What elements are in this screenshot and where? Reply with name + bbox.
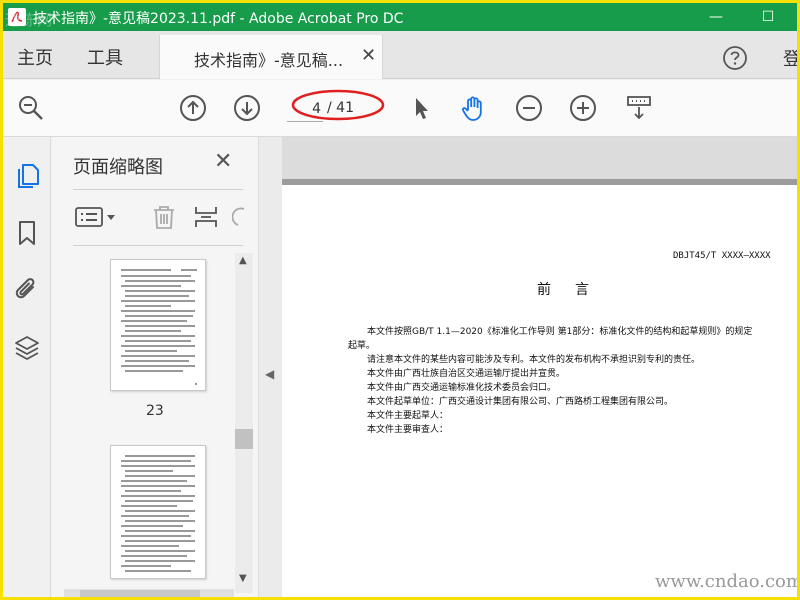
toolbar: / 41 (3, 80, 797, 137)
panel-divider (73, 245, 243, 246)
title-bar: 通陈网 技术指南》-意见稿2023.11.pdf - Adobe Acrobat… (3, 3, 797, 31)
thumbnail-scrollbar[interactable] (235, 253, 253, 593)
site-watermark: www.cndao.com (655, 571, 797, 592)
maximize-button[interactable]: ☐ (745, 3, 791, 31)
options-menu-icon[interactable] (74, 203, 120, 231)
window-title: 技术指南》-意见稿2023.11.pdf - Adobe Acrobat Pro… (33, 11, 404, 27)
panel-title: 页面缩略图 (73, 157, 163, 178)
document-tab-label: 技术指南》-意见稿... (194, 51, 344, 70)
page-display-icon[interactable] (625, 94, 653, 122)
document-heading: 前言 (537, 282, 613, 298)
previous-page-icon[interactable] (179, 94, 207, 122)
document-paragraph: 本文件主要起草人： (367, 411, 449, 421)
scroll-down-icon[interactable]: ▼ (239, 573, 247, 584)
tab-home[interactable]: 主页 (17, 44, 53, 70)
next-page-icon[interactable] (233, 94, 261, 122)
delete-page-icon[interactable] (150, 203, 178, 231)
layers-icon[interactable] (13, 333, 41, 361)
zoom-search-icon[interactable] (17, 94, 45, 122)
thumbnail-text-lines (121, 269, 197, 385)
document-paragraph: 本文件由广西壮族自治区交通运输厅提出并宣贯。 (367, 369, 566, 379)
scrollbar-thumb[interactable] (235, 429, 253, 449)
help-icon[interactable] (722, 45, 748, 71)
document-paragraph: 起草。 (348, 341, 376, 351)
close-panel-icon[interactable]: ✕ (214, 149, 232, 174)
collapse-panel-icon[interactable]: ◀ (265, 367, 274, 381)
zoom-in-icon[interactable] (569, 94, 597, 122)
zoom-out-icon[interactable] (515, 94, 543, 122)
standard-code: DBJT45/T XXXX—XXXX (673, 251, 771, 261)
page-thumbnails-icon[interactable] (13, 161, 41, 189)
thumbnail-page-number: 23 (146, 403, 164, 419)
document-paragraph: 本文件按照GB/T 1.1—2020《标准化工作导则 第1部分：标准化文件的结构… (367, 327, 753, 337)
panel-divider (73, 189, 243, 190)
document-paragraph: 本文件主要审查人： (367, 425, 449, 435)
navigation-rail (3, 137, 51, 597)
document-paragraph: 本文件起草单位：广西交通设计集团有限公司、广西路桥工程集团有限公司。 (367, 397, 674, 407)
page-thumbnail[interactable] (110, 259, 206, 391)
app-window: 通陈网 技术指南》-意见稿2023.11.pdf - Adobe Acrobat… (3, 3, 797, 597)
select-pointer-icon[interactable] (407, 94, 435, 122)
bookmarks-icon[interactable] (13, 219, 41, 247)
minimize-icon: — (709, 9, 723, 25)
minimize-button[interactable]: — (693, 3, 739, 31)
document-paragraph: 本文件由广西交通运输标准化技术委员会归口。 (367, 383, 557, 393)
horizontal-scrollbar-thumb[interactable] (80, 590, 200, 597)
thumbnail-panel: 页面缩略图 ✕ 23 ▲ ▼ (52, 137, 258, 597)
tab-document[interactable]: 技术指南》-意见稿... ✕ (159, 35, 383, 79)
signin-link[interactable]: 登 (783, 45, 797, 71)
rotate-page-icon[interactable] (232, 203, 246, 231)
hand-tool-icon[interactable] (459, 94, 487, 122)
close-tab-icon[interactable]: ✕ (361, 45, 376, 66)
insert-page-icon[interactable] (192, 203, 220, 231)
tab-tools[interactable]: 工具 (87, 44, 123, 70)
page-thumbnail[interactable] (110, 445, 206, 579)
maximize-icon: ☐ (761, 9, 775, 25)
highlight-ellipse (291, 89, 385, 121)
document-paragraph: 请注意本文件的某些内容可能涉及专利。本文件的发布机构不承担识别专利的责任。 (367, 355, 701, 365)
thumbnail-text-lines (121, 455, 195, 572)
tab-bar: 主页 工具 技术指南》-意见稿... ✕ 登 (3, 31, 797, 79)
attachments-icon[interactable] (13, 275, 41, 303)
scroll-up-icon[interactable]: ▲ (239, 255, 247, 266)
